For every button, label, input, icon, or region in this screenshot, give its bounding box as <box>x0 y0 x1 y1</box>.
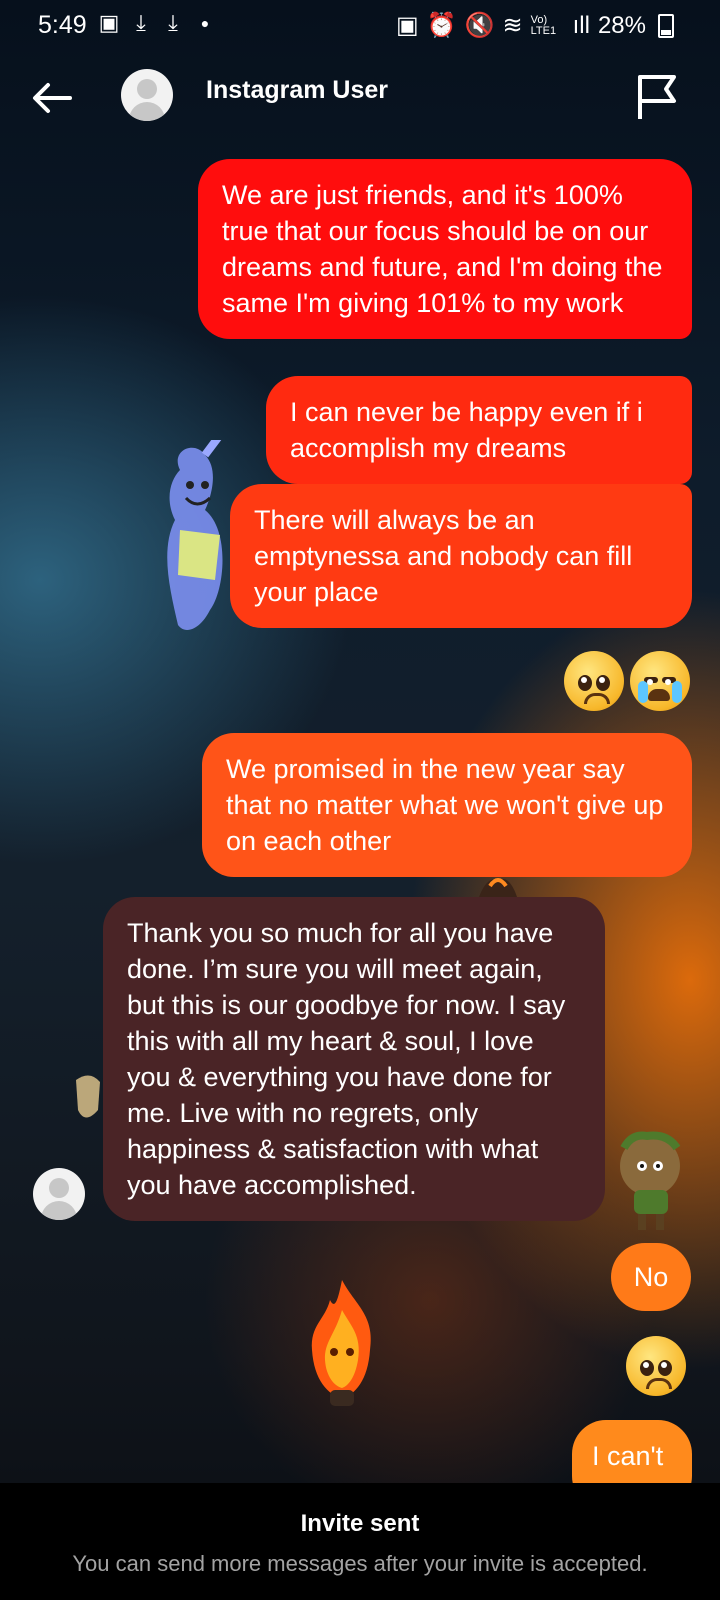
flag-icon[interactable] <box>636 73 680 121</box>
invite-status-subtitle: You can send more messages after your in… <box>72 1551 648 1576</box>
character-sticker-partial <box>76 1075 100 1118</box>
message-bubble-sent[interactable]: We are just friends, and it's 100% true … <box>198 159 692 339</box>
message-text: There will always be an emptynessa and n… <box>254 505 633 607</box>
network-label: Vo) LTE1 <box>530 13 557 37</box>
dot-icon: ● <box>200 15 210 31</box>
gallery-icon: ▣ <box>98 10 120 35</box>
message-text: We promised in the new year say that no … <box>226 754 664 856</box>
alarm-icon: ⏰ <box>426 12 457 39</box>
status-right-icons: ▣ ⏰ 🔇 ≋ Vo) LTE1 ıll 28% <box>396 11 674 40</box>
status-bar: 5:49 ▣ ⤓ ⤓ ● ▣ ⏰ 🔇 ≋ Vo) LTE1 ıll 28% <box>0 0 720 54</box>
message-bubble-received[interactable]: Thank you so much for all you have done.… <box>103 897 605 1221</box>
status-left-icons: ▣ ⤓ ⤓ ● <box>98 11 216 35</box>
sender-avatar[interactable] <box>33 1168 85 1220</box>
message-text: Thank you so much for all you have done.… <box>127 918 566 1200</box>
message-bubble-sent[interactable]: We promised in the new year say that no … <box>202 733 692 877</box>
wifi-icon: ≋ <box>502 12 523 39</box>
water-character-sticker <box>167 440 223 630</box>
message-text: We are just friends, and it's 100% true … <box>222 180 663 318</box>
invite-footer: Invite sent You can send more messages a… <box>0 1483 720 1600</box>
tree-character-sticker <box>620 1131 681 1230</box>
battery-percent: 28% <box>597 11 646 39</box>
download-icon: ⤓ <box>168 10 178 35</box>
signal-icon: ıll <box>572 11 590 39</box>
arrow-left-icon[interactable] <box>28 74 76 122</box>
battery-icon <box>658 13 674 38</box>
invite-status-title: Invite sent <box>300 1510 420 1537</box>
crying-face-emoji[interactable] <box>630 651 690 711</box>
message-text: No <box>633 1262 669 1292</box>
avatar[interactable] <box>121 69 173 121</box>
fire-character-sticker <box>311 1280 371 1406</box>
pleading-face-emoji[interactable] <box>564 651 624 711</box>
download-icon: ⤓ <box>136 10 146 35</box>
message-bubble-sent[interactable]: No <box>611 1243 691 1311</box>
message-text: I can't <box>592 1441 664 1471</box>
mute-icon: 🔇 <box>464 12 495 39</box>
conversation-title[interactable]: Instagram User <box>206 76 388 105</box>
status-time: 5:49 <box>38 11 87 39</box>
message-bubble-sent[interactable]: I can never be happy even if i accomplis… <box>266 376 692 484</box>
message-bubble-sent[interactable]: There will always be an emptynessa and n… <box>230 484 692 628</box>
chat-header: Instagram User <box>0 54 720 144</box>
pleading-face-emoji[interactable] <box>626 1336 686 1396</box>
battery-saver-icon: ▣ <box>396 12 419 39</box>
message-text: I can never be happy even if i accomplis… <box>290 397 643 463</box>
